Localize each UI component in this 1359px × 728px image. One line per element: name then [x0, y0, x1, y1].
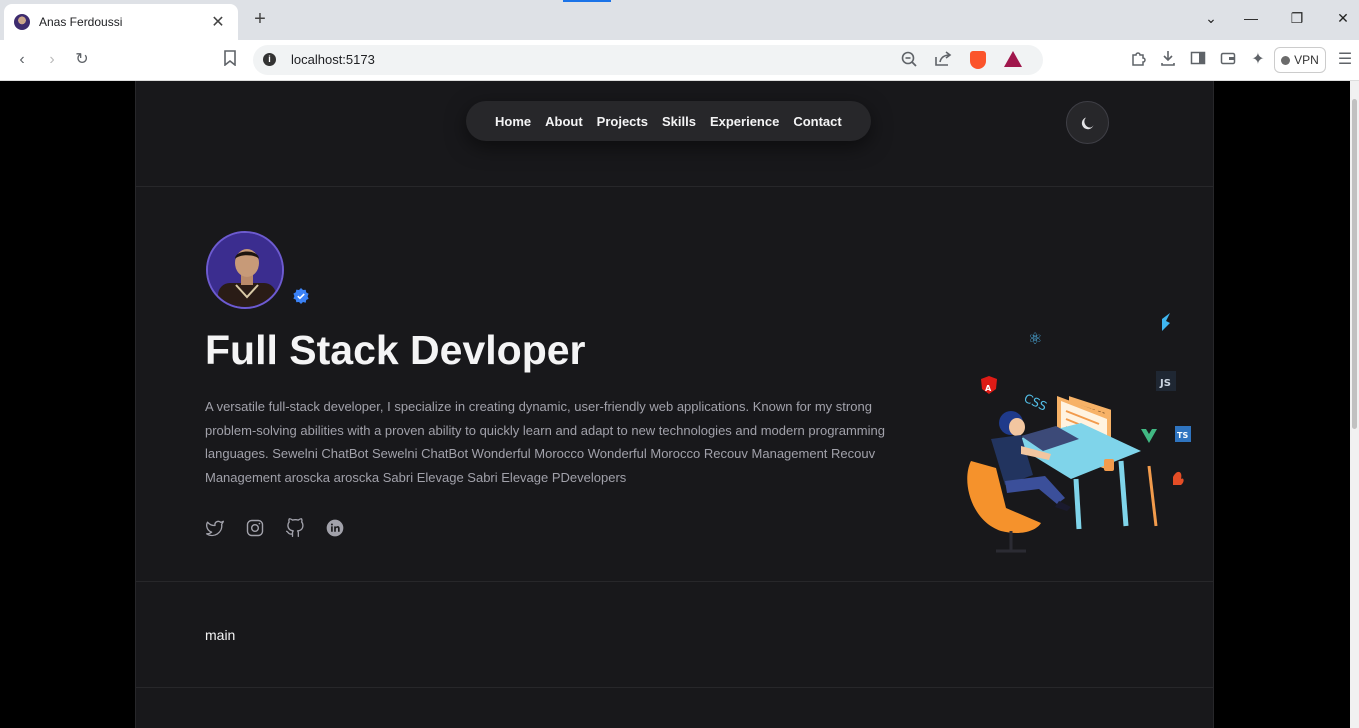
twitter-icon[interactable] — [205, 518, 225, 538]
leo-ai-icon[interactable]: ✦ — [1248, 50, 1268, 70]
url-text[interactable]: localhost:5173 — [291, 52, 375, 67]
nav-skills[interactable]: Skills — [655, 114, 703, 129]
restore-button[interactable]: ❐ — [1287, 10, 1307, 27]
developer-illustration: ⚛ A JS TS CSS HTML — [967, 313, 1191, 553]
social-links — [205, 518, 345, 538]
avatar — [206, 231, 284, 309]
nav-contact[interactable]: Contact — [786, 114, 848, 129]
reload-icon[interactable]: ↻ — [72, 50, 92, 70]
tab-close-icon[interactable]: ✕ — [208, 12, 228, 32]
address-bar[interactable]: i localhost:5173 — [253, 45, 1043, 75]
page-scrollbar[interactable] — [1350, 81, 1359, 728]
bookmark-icon[interactable] — [220, 50, 240, 70]
minimize-button[interactable]: — — [1241, 10, 1261, 26]
browser-toolbar: ‹ › ↻ i localhost:5173 ✦ VPN ☰ — [0, 40, 1359, 81]
github-icon[interactable] — [285, 518, 305, 538]
angular-letter: A — [985, 384, 992, 393]
vue-icon — [1141, 429, 1157, 443]
close-window-button[interactable]: ✕ — [1333, 10, 1353, 27]
nav-about[interactable]: About — [538, 114, 590, 129]
nav-home[interactable]: Home — [488, 114, 538, 129]
wallet-icon[interactable] — [1218, 50, 1238, 70]
site-info-icon[interactable]: i — [263, 53, 276, 66]
menu-icon[interactable]: ☰ — [1335, 50, 1355, 70]
tab-favicon — [14, 14, 30, 30]
zoom-icon[interactable] — [900, 51, 918, 69]
sidebar-icon[interactable] — [1188, 50, 1208, 70]
ts-label: TS — [1177, 431, 1188, 440]
css-label: CSS — [1022, 391, 1049, 414]
hero-title: Full Stack Devloper — [205, 327, 586, 373]
nav-experience[interactable]: Experience — [703, 114, 786, 129]
tab-search-icon[interactable]: ⌄ — [1201, 10, 1221, 27]
brave-shields-icon[interactable] — [970, 51, 986, 69]
downloads-icon[interactable] — [1158, 50, 1178, 70]
page-viewport: Home About Projects Skills Experience Co… — [0, 81, 1350, 728]
back-icon[interactable]: ‹ — [12, 50, 32, 70]
vpn-status-icon — [1281, 55, 1291, 65]
react-icon: ⚛ — [1028, 329, 1042, 348]
nav-projects[interactable]: Projects — [590, 114, 655, 129]
hero-divider — [136, 581, 1213, 582]
flutter-icon — [1162, 313, 1170, 331]
browser-tab[interactable]: Anas Ferdoussi ✕ — [4, 4, 238, 40]
brave-rewards-icon[interactable] — [1004, 51, 1022, 67]
page-container: Home About Projects Skills Experience Co… — [135, 81, 1214, 728]
js-label: JS — [1159, 378, 1171, 389]
hero-description: A versatile full-stack developer, I spec… — [205, 399, 885, 486]
header-divider — [136, 186, 1213, 187]
scrollbar-thumb[interactable] — [1352, 99, 1357, 429]
verified-badge-icon — [293, 288, 309, 304]
tab-strip-indicator — [563, 0, 611, 2]
moon-icon — [1081, 117, 1093, 129]
instagram-icon[interactable] — [245, 518, 265, 538]
top-nav: Home About Projects Skills Experience Co… — [466, 101, 871, 141]
share-icon[interactable] — [934, 51, 952, 69]
extensions-icon[interactable] — [1128, 50, 1148, 70]
new-tab-button[interactable]: + — [250, 8, 270, 30]
vpn-button[interactable]: VPN — [1274, 47, 1326, 73]
theme-toggle-button[interactable] — [1066, 101, 1109, 144]
svelte-icon — [1173, 471, 1184, 485]
tab-title: Anas Ferdoussi — [39, 15, 123, 29]
main-divider — [136, 687, 1213, 688]
browser-tab-bar: Anas Ferdoussi ✕ + ⌄ — ❐ ✕ — [0, 0, 1359, 40]
vpn-label: VPN — [1294, 53, 1319, 67]
linkedin-icon[interactable] — [325, 518, 345, 538]
forward-icon[interactable]: › — [42, 50, 62, 70]
main-section-label: main — [205, 627, 236, 643]
